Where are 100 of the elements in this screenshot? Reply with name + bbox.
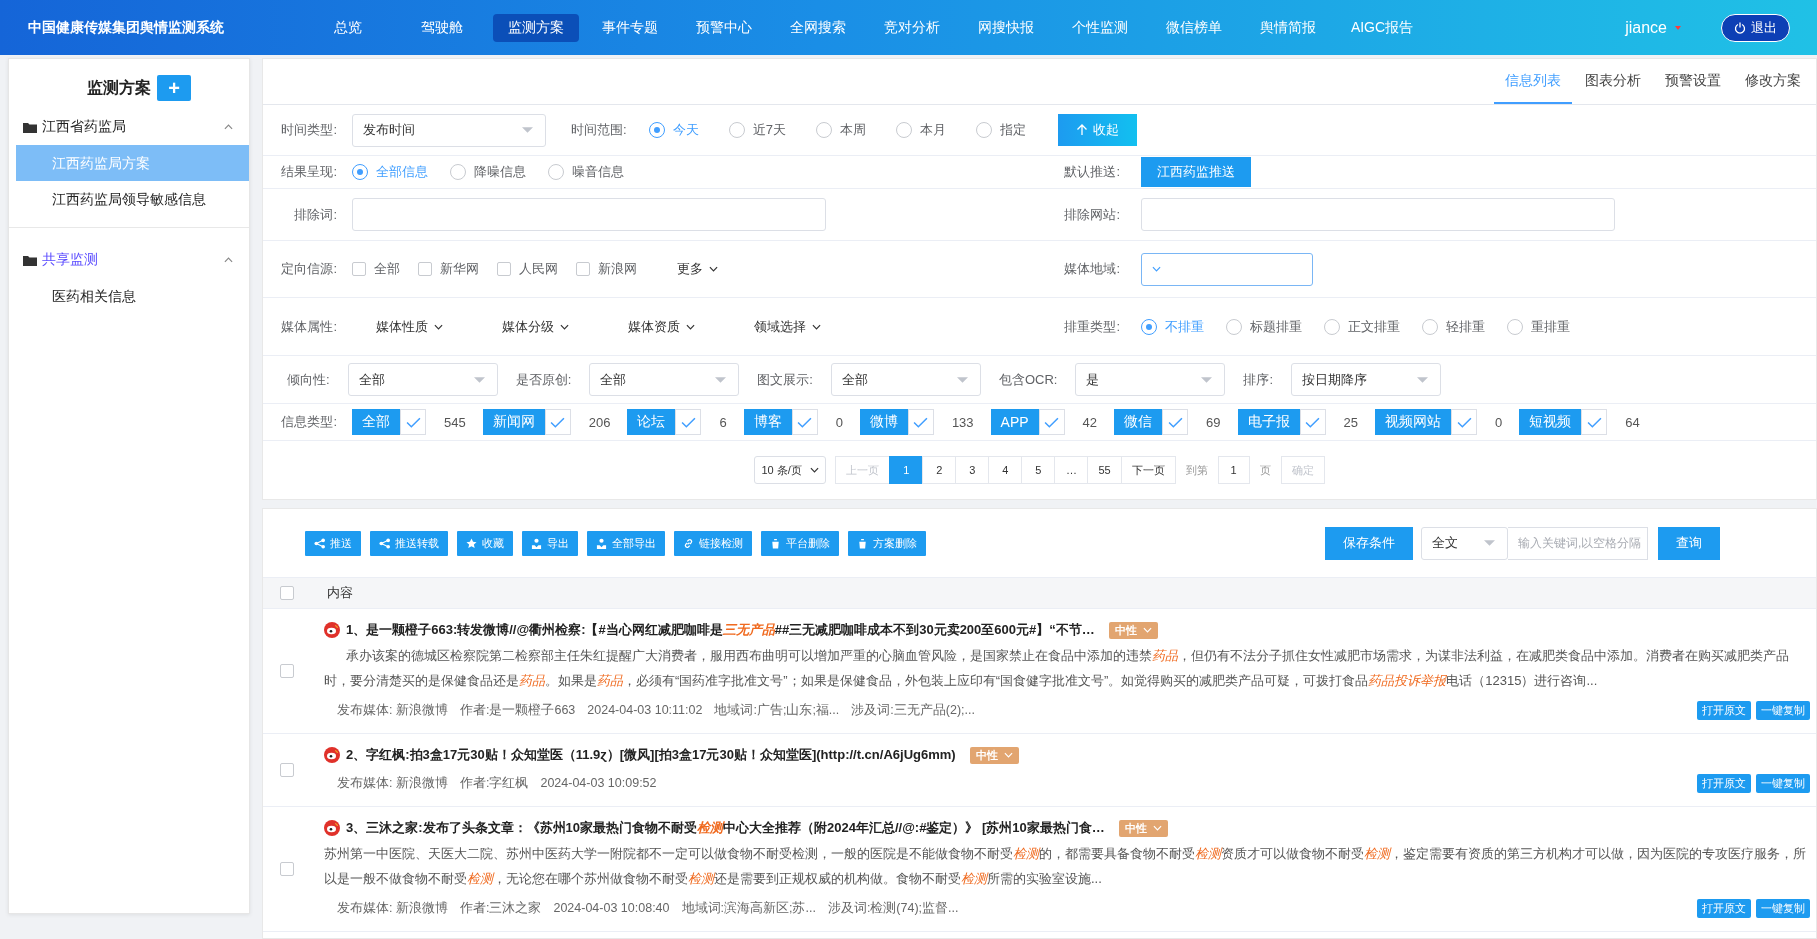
checkbox[interactable] bbox=[280, 763, 294, 777]
toolbar-button[interactable]: 收藏 bbox=[457, 530, 513, 556]
page-input[interactable]: 1 bbox=[1217, 456, 1250, 484]
attribute-dropdown[interactable]: 媒体性质 bbox=[376, 317, 478, 336]
input-field[interactable] bbox=[1141, 198, 1615, 231]
radio-button[interactable] bbox=[648, 122, 665, 138]
row-action-button[interactable]: 打开原文 bbox=[1697, 898, 1751, 918]
type-tag[interactable]: 微博 bbox=[859, 409, 908, 435]
checkbox[interactable] bbox=[1038, 409, 1065, 435]
page-button[interactable]: … bbox=[1054, 456, 1089, 484]
user-name[interactable]: jiance bbox=[1625, 18, 1667, 37]
radio-button[interactable] bbox=[548, 164, 564, 180]
view-tab[interactable]: 修改方案 bbox=[1734, 59, 1812, 104]
nav-tab[interactable]: 预警中心 bbox=[681, 13, 767, 42]
row-action-button[interactable]: 一键复制 bbox=[1756, 700, 1810, 720]
page-button[interactable]: 2 bbox=[922, 456, 957, 484]
radio-option[interactable]: 本月 bbox=[895, 121, 946, 139]
region-select[interactable] bbox=[1141, 252, 1313, 286]
radio-option[interactable]: 指定 bbox=[975, 121, 1026, 139]
nav-tab[interactable]: 总览 bbox=[305, 13, 391, 42]
attribute-dropdown[interactable]: 媒体分级 bbox=[502, 317, 604, 336]
checkbox[interactable] bbox=[675, 409, 702, 435]
radio-button[interactable] bbox=[895, 122, 912, 138]
type-tag[interactable]: APP bbox=[990, 409, 1039, 435]
scope-select[interactable]: 全文 bbox=[1421, 526, 1508, 560]
radio-button[interactable] bbox=[815, 122, 832, 138]
page-button[interactable]: 55 bbox=[1087, 456, 1122, 484]
page-size-select[interactable]: 10 条/页 bbox=[754, 456, 827, 484]
result-title[interactable]: 3、三沐之家:发布了头条文章：《苏州10家最热门食物不耐受检测中心大全推荐（附2024年汇总//@:#鉴定）》 [苏州10家最热门食… bbox=[346, 819, 1105, 837]
checkbox-option[interactable]: 人民网 bbox=[497, 260, 558, 278]
radio-button[interactable] bbox=[1507, 318, 1523, 335]
sentiment-dropdown[interactable]: 中性 bbox=[969, 746, 1019, 764]
nav-tab[interactable]: 网搜快报 bbox=[963, 13, 1049, 42]
filter-select[interactable]: 全部 bbox=[347, 363, 498, 396]
radio-button[interactable] bbox=[1141, 318, 1157, 335]
sidebar-item[interactable]: 江西药监局领导敏感信息 bbox=[16, 181, 249, 217]
row-action-button[interactable]: 打开原文 bbox=[1697, 700, 1751, 720]
type-tag[interactable]: 新闻网 bbox=[482, 409, 545, 435]
type-tag[interactable]: 电子报 bbox=[1237, 409, 1300, 435]
toolbar-button[interactable]: 平台删除 bbox=[761, 530, 839, 556]
radio-button[interactable] bbox=[975, 122, 992, 138]
checkbox[interactable] bbox=[280, 586, 294, 600]
radio-button[interactable] bbox=[352, 164, 368, 180]
checkbox[interactable] bbox=[1451, 409, 1477, 435]
view-tab[interactable]: 图表分析 bbox=[1574, 59, 1652, 104]
toolbar-button[interactable]: 全部导出 bbox=[587, 530, 665, 556]
checkbox-option[interactable]: 新华网 bbox=[418, 260, 479, 278]
sentiment-dropdown[interactable]: 中性 bbox=[1118, 819, 1168, 837]
checkbox[interactable] bbox=[497, 262, 511, 276]
checkbox[interactable] bbox=[352, 262, 366, 276]
logout-button[interactable]: 退出 bbox=[1721, 13, 1790, 42]
toolbar-button[interactable]: 推送转载 bbox=[370, 530, 448, 556]
type-tag[interactable]: 视频网站 bbox=[1375, 409, 1451, 435]
nav-tab[interactable]: 微信榜单 bbox=[1151, 13, 1237, 42]
radio-option[interactable]: 轻排重 bbox=[1422, 317, 1485, 336]
nav-tab[interactable]: 个性监测 bbox=[1057, 13, 1143, 42]
checkbox[interactable] bbox=[791, 409, 818, 435]
row-action-button[interactable]: 一键复制 bbox=[1756, 773, 1810, 793]
search-field[interactable]: 输入关键词,以空格分隔 bbox=[1508, 526, 1648, 560]
search-button[interactable]: 查询 bbox=[1658, 526, 1720, 560]
push-button[interactable]: 江西药监推送 bbox=[1141, 157, 1251, 187]
nav-tab[interactable]: 监测方案 bbox=[493, 13, 579, 42]
toolbar-button[interactable]: 方案删除 bbox=[848, 530, 926, 556]
radio-button[interactable] bbox=[728, 122, 745, 138]
page-button[interactable]: 1 bbox=[889, 456, 924, 484]
checkbox[interactable] bbox=[1581, 409, 1608, 435]
checkbox[interactable] bbox=[418, 262, 432, 276]
save-button[interactable]: 保存条件 bbox=[1325, 526, 1413, 560]
radio-option[interactable]: 噪音信息 bbox=[548, 163, 624, 181]
attribute-dropdown[interactable]: 媒体资质 bbox=[628, 317, 730, 336]
view-tab[interactable]: 预警设置 bbox=[1654, 59, 1732, 104]
toolbar-button[interactable]: 导出 bbox=[522, 530, 578, 556]
checkbox-option[interactable]: 全部 bbox=[352, 260, 400, 278]
filter-select[interactable]: 按日期降序 bbox=[1291, 363, 1441, 396]
nav-tab[interactable]: 事件专题 bbox=[587, 13, 673, 42]
add-button[interactable]: + bbox=[157, 75, 191, 101]
checkbox[interactable] bbox=[1162, 409, 1189, 435]
group-header[interactable]: 江西省药监局 bbox=[9, 109, 249, 145]
row-action-button[interactable]: 打开原文 bbox=[1697, 773, 1751, 793]
radio-option[interactable]: 正文排重 bbox=[1324, 317, 1400, 336]
checkbox[interactable] bbox=[907, 409, 934, 435]
radio-option[interactable]: 近7天 bbox=[728, 121, 786, 139]
radio-option[interactable]: 不排重 bbox=[1141, 317, 1204, 336]
nav-tab[interactable]: 竞对分析 bbox=[869, 13, 955, 42]
type-tag[interactable]: 论坛 bbox=[627, 409, 676, 435]
radio-button[interactable] bbox=[1226, 318, 1242, 335]
checkbox[interactable] bbox=[280, 664, 294, 678]
result-title[interactable]: 1、是一颗橙子663:转发微博//@衢州检察:【#当心网红减肥咖啡是三无产品##三无减肥咖啡成本不到30元卖200至600元#】“不节… bbox=[346, 621, 1095, 639]
radio-option[interactable]: 重排重 bbox=[1507, 317, 1570, 336]
radio-button[interactable] bbox=[1324, 318, 1340, 335]
radio-button[interactable] bbox=[450, 164, 466, 180]
toolbar-button[interactable]: 链接检测 bbox=[674, 530, 752, 556]
more-dropdown[interactable]: 更多 bbox=[677, 260, 718, 278]
input-field[interactable] bbox=[352, 198, 826, 231]
result-title[interactable]: 2、字红枫:拍3盒17元30贴！众知堂医（11.9ɀ）[微风][拍3盒17元30贴！众知堂医](http://t.cn/A6jUg6mm) bbox=[346, 746, 956, 764]
filter-select[interactable]: 全部 bbox=[589, 363, 740, 396]
checkbox[interactable] bbox=[280, 862, 294, 876]
next-page-button[interactable]: 下一页 bbox=[1120, 456, 1176, 484]
filter-select[interactable]: 全部 bbox=[830, 363, 981, 396]
radio-option[interactable]: 降噪信息 bbox=[450, 163, 526, 181]
